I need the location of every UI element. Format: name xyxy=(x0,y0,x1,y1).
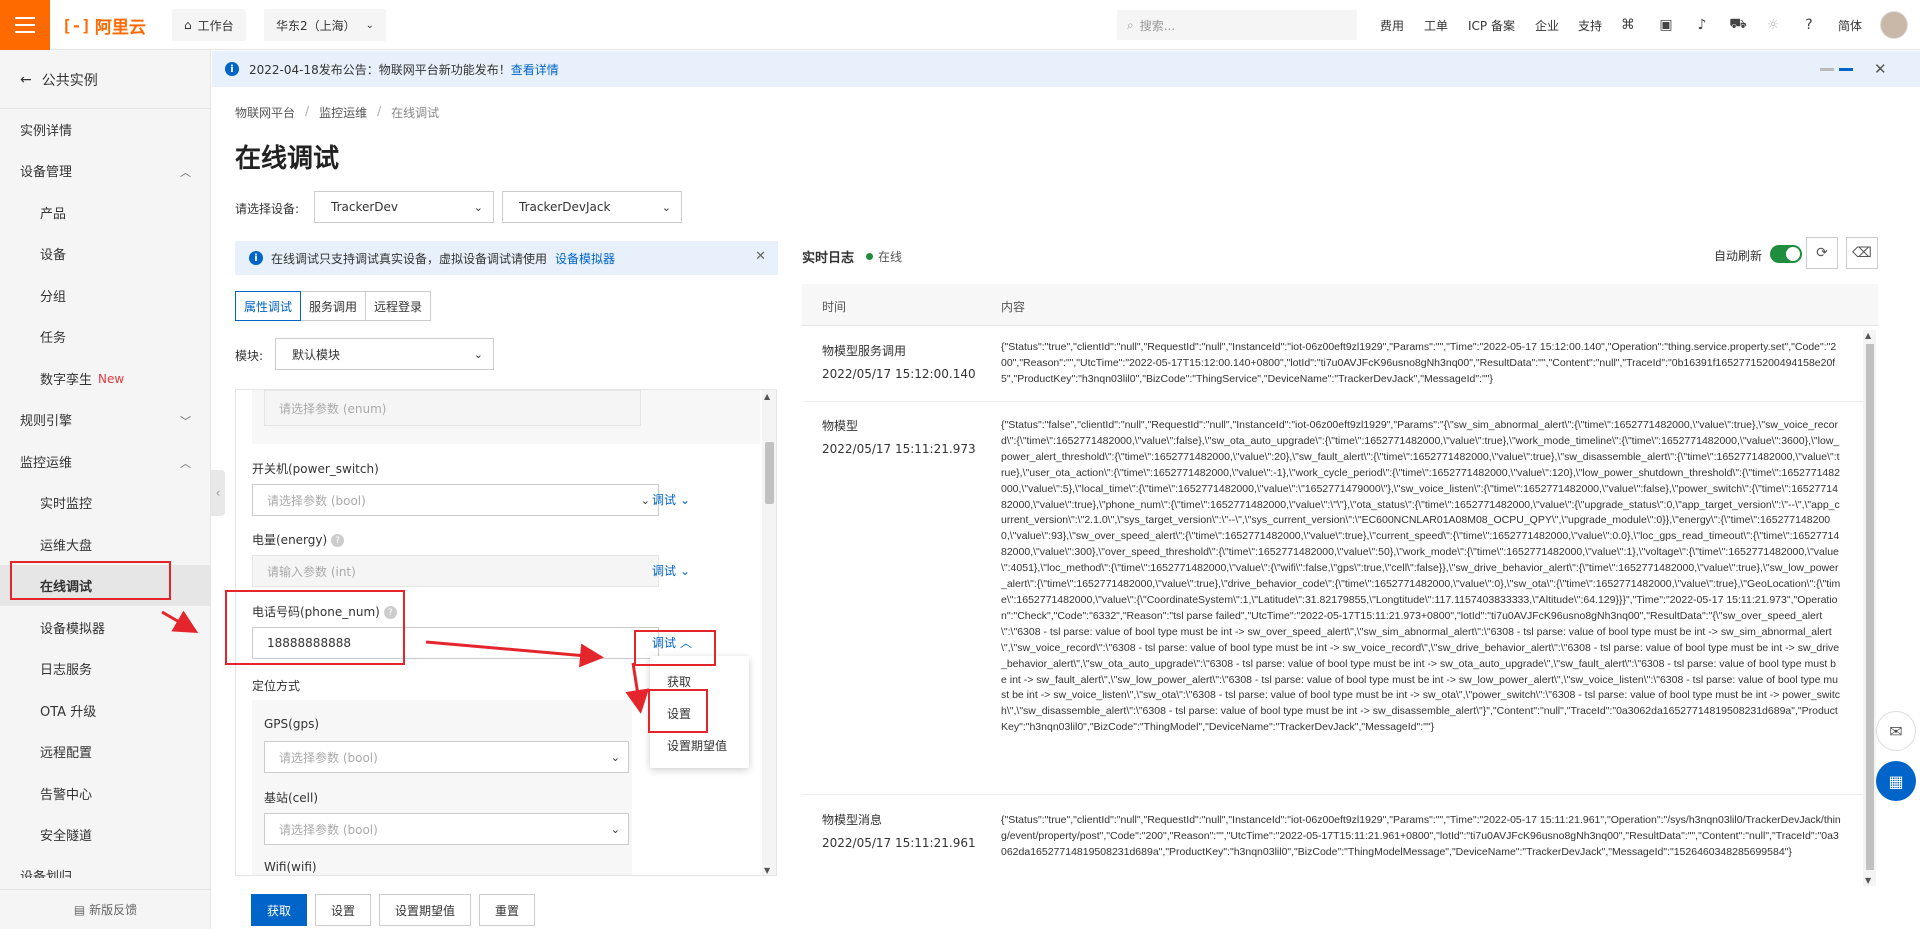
auto-refresh-label: 自动刷新 xyxy=(1714,249,1763,263)
annotation-arrow-1 xyxy=(161,610,199,634)
scroll-up-icon[interactable]: ▲ xyxy=(1865,331,1871,340)
clear-log-icon[interactable]: ⌫ xyxy=(1846,237,1878,269)
table-row: 物模型 2022/05/17 15:11:21.973 {"Status":"f… xyxy=(802,402,1865,795)
annotation-arrow-2 xyxy=(425,640,604,668)
annotation-arrow-3 xyxy=(625,662,650,714)
auto-refresh-toggle[interactable] xyxy=(1770,245,1802,263)
log-table-header: 时间 内容 xyxy=(802,284,1878,326)
log-scrollbar[interactable]: ▲ ▼ xyxy=(1863,330,1876,886)
log-table-body[interactable]: 物模型服务调用 2022/05/17 15:12:00.140 {"Status… xyxy=(802,326,1878,888)
scroll-down-icon[interactable]: ▼ xyxy=(1865,876,1871,885)
table-row: 物模型消息 2022/05/17 15:11:21.961 {"Status":… xyxy=(822,813,1841,858)
col-time: 时间 xyxy=(822,300,847,314)
table-row: 物模型服务调用 2022/05/17 15:12:00.140 {"Status… xyxy=(802,326,1865,402)
col-content: 内容 xyxy=(1001,300,1026,314)
log-title: 实时日志 在线 xyxy=(802,248,903,266)
apps-icon[interactable]: ▦ xyxy=(1876,761,1916,801)
chat-icon[interactable]: ✉ xyxy=(1876,711,1916,751)
scroll-thumb[interactable] xyxy=(1866,344,1874,870)
tab-property-debug[interactable]: 属性调试 xyxy=(235,291,302,321)
online-status: 在线 xyxy=(866,248,902,265)
status-dot-icon xyxy=(866,253,874,260)
refresh-icon[interactable]: ⟳ xyxy=(1806,237,1838,269)
